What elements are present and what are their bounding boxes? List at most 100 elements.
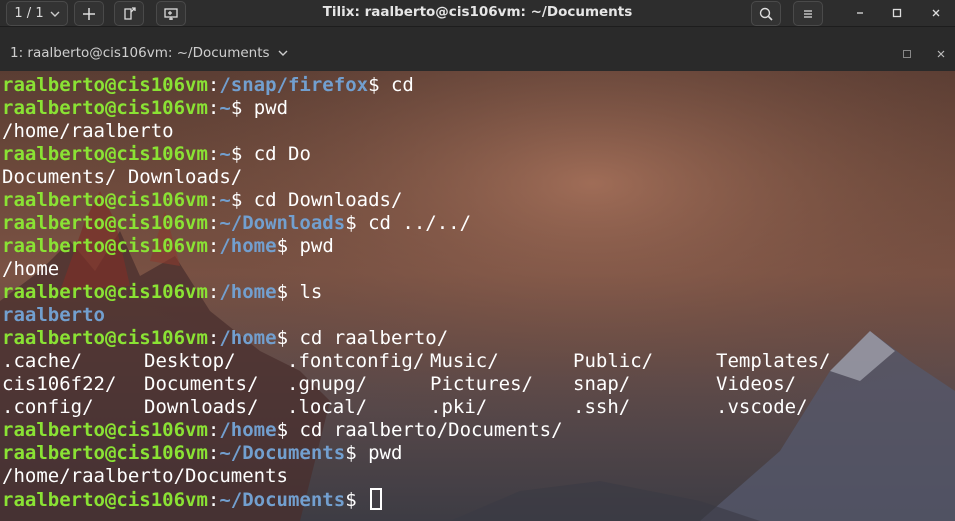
prompt-user-host: raalberto@cis106vm (2, 327, 208, 349)
terminal-line: /home/raalberto/Documents (2, 465, 952, 488)
prompt-path: ~/Documents (219, 442, 346, 464)
prompt-user-host: raalberto@cis106vm (2, 442, 208, 464)
add-terminal-button[interactable] (156, 1, 186, 26)
ls-entry: .ssh/ (573, 396, 631, 418)
prompt-path: ~ (219, 97, 231, 119)
ls-entry: .pki/ (430, 396, 488, 418)
add-terminal-icon (164, 7, 178, 20)
detach-terminal-button[interactable] (114, 1, 144, 26)
command-text: pwd (253, 97, 289, 119)
close-icon (937, 50, 945, 58)
terminal-line: raalberto@cis106vm:/home$ cd raalberto/D… (2, 419, 952, 442)
prompt-path: ~ (219, 143, 231, 165)
ls-entry: .fontconfig/ (287, 350, 425, 372)
command-output: /home (2, 258, 60, 280)
maximize-button[interactable] (886, 3, 908, 23)
prompt-path: ~/Documents (219, 489, 346, 511)
terminal-line: raalberto@cis106vm:~/Documents$ pwd (2, 442, 952, 465)
command-text: cd (390, 74, 414, 96)
ls-entry: Pictures/ (430, 373, 533, 395)
menu-button[interactable] (793, 1, 823, 26)
maximize-icon (903, 50, 911, 58)
command-text: cd Downloads/ (253, 189, 403, 211)
prompt-separator: : (207, 281, 220, 303)
session-switcher-button[interactable]: 1 / 1 (6, 1, 68, 26)
ls-entry: Desktop/ (144, 350, 236, 372)
minimize-button[interactable] (849, 3, 871, 23)
close-icon (932, 9, 940, 17)
search-button[interactable] (751, 1, 781, 26)
terminal-line: Documents/ Downloads/ (2, 166, 952, 189)
terminal-line: raalberto@cis106vm:~$ cd Downloads/ (2, 189, 952, 212)
prompt-separator: : (207, 489, 220, 511)
ls-entry: .gnupg/ (287, 373, 368, 395)
prompt-separator: : (207, 327, 220, 349)
terminal-line: raalberto (2, 304, 952, 327)
prompt-separator: : (207, 97, 220, 119)
current-prompt-line[interactable]: raalberto@cis106vm:~/Documents$ (2, 488, 952, 511)
command-text: ls (299, 281, 323, 303)
prompt-separator: : (207, 212, 220, 234)
prompt-path: ~/Downloads (219, 212, 346, 234)
terminal-line: raalberto@cis106vm:/snap/firefox$ cd (2, 74, 952, 97)
terminal-line: raalberto@cis106vm:/home$ pwd (2, 235, 952, 258)
command-text: pwd (368, 442, 403, 464)
prompt-symbol: $ (345, 212, 369, 234)
ls-entry: Music/ (430, 350, 499, 372)
ls-entry: Videos/ (716, 373, 797, 395)
prompt-user-host: raalberto@cis106vm (2, 189, 208, 211)
maximize-icon (892, 8, 902, 18)
chevron-down-icon (278, 50, 288, 56)
terminal-line: raalberto@cis106vm:/home$ ls (2, 281, 952, 304)
ls-entry: .config/ (2, 396, 94, 418)
header-bar: 1 / 1 Tilix: raalberto@cis106vm: ~/Docum… (0, 0, 955, 27)
directory-entry: raalberto (2, 304, 105, 326)
terminal-titlebar: 1: raalberto@cis106vm: ~/Documents (0, 27, 955, 71)
prompt-user-host: raalberto@cis106vm (2, 235, 208, 257)
terminal-line: /home/raalberto (2, 120, 952, 143)
prompt-user-host: raalberto@cis106vm (2, 143, 208, 165)
prompt-symbol: $ (368, 74, 391, 96)
text-cursor (370, 488, 383, 510)
session-counter: 1 / 1 (14, 6, 44, 21)
command-output: /home/raalberto (2, 120, 174, 142)
ls-entry: Documents/ (144, 373, 259, 395)
command-text: pwd (299, 235, 334, 257)
prompt-symbol: $ (276, 235, 300, 257)
detach-icon (124, 6, 136, 20)
command-output: /home/raalberto/Documents (2, 465, 288, 487)
terminal-line: raalberto@cis106vm:~$ cd Do (2, 143, 952, 166)
chevron-down-icon (50, 11, 60, 17)
prompt-separator: : (207, 442, 220, 464)
new-session-button[interactable] (74, 1, 104, 26)
ls-entry: Templates/ (716, 350, 831, 372)
search-icon (759, 7, 773, 21)
prompt-symbol: $ (230, 97, 254, 119)
hamburger-menu-icon (804, 9, 812, 18)
prompt-path: /home (219, 419, 277, 441)
terminal-close-button[interactable] (934, 47, 948, 61)
prompt-path: /home (219, 281, 277, 303)
prompt-user-host: raalberto@cis106vm (2, 419, 208, 441)
prompt-separator: : (207, 74, 220, 96)
prompt-separator: : (207, 419, 220, 441)
terminal-line: raalberto@cis106vm:~$ pwd (2, 97, 952, 120)
prompt-symbol: $ (276, 281, 300, 303)
close-button[interactable] (925, 3, 947, 23)
ls-entry: .local/ (287, 396, 368, 418)
prompt-user-host: raalberto@cis106vm (2, 212, 208, 234)
command-text: cd raalberto/ (299, 327, 449, 349)
prompt-user-host: raalberto@cis106vm (2, 97, 208, 119)
ls-entry: snap/ (573, 373, 631, 395)
command-output: Documents/ Downloads/ (2, 166, 243, 188)
terminal-maximize-button[interactable] (900, 47, 914, 61)
ls-entry: Public/ (573, 350, 654, 372)
prompt-separator: : (207, 143, 220, 165)
terminal-line: raalberto@cis106vm:/home$ cd raalberto/ (2, 327, 952, 350)
terminal-title-dropdown[interactable]: 1: raalberto@cis106vm: ~/Documents (10, 45, 288, 61)
terminal-area[interactable]: raalberto@cis106vm:/snap/firefox$ cd raal… (0, 71, 955, 521)
terminal-line: raalberto@cis106vm:~/Downloads$ cd ../..… (2, 212, 952, 235)
ls-entry: .cache/ (2, 350, 83, 372)
prompt-symbol: $ (230, 189, 254, 211)
prompt-path: /snap/firefox (219, 74, 369, 96)
